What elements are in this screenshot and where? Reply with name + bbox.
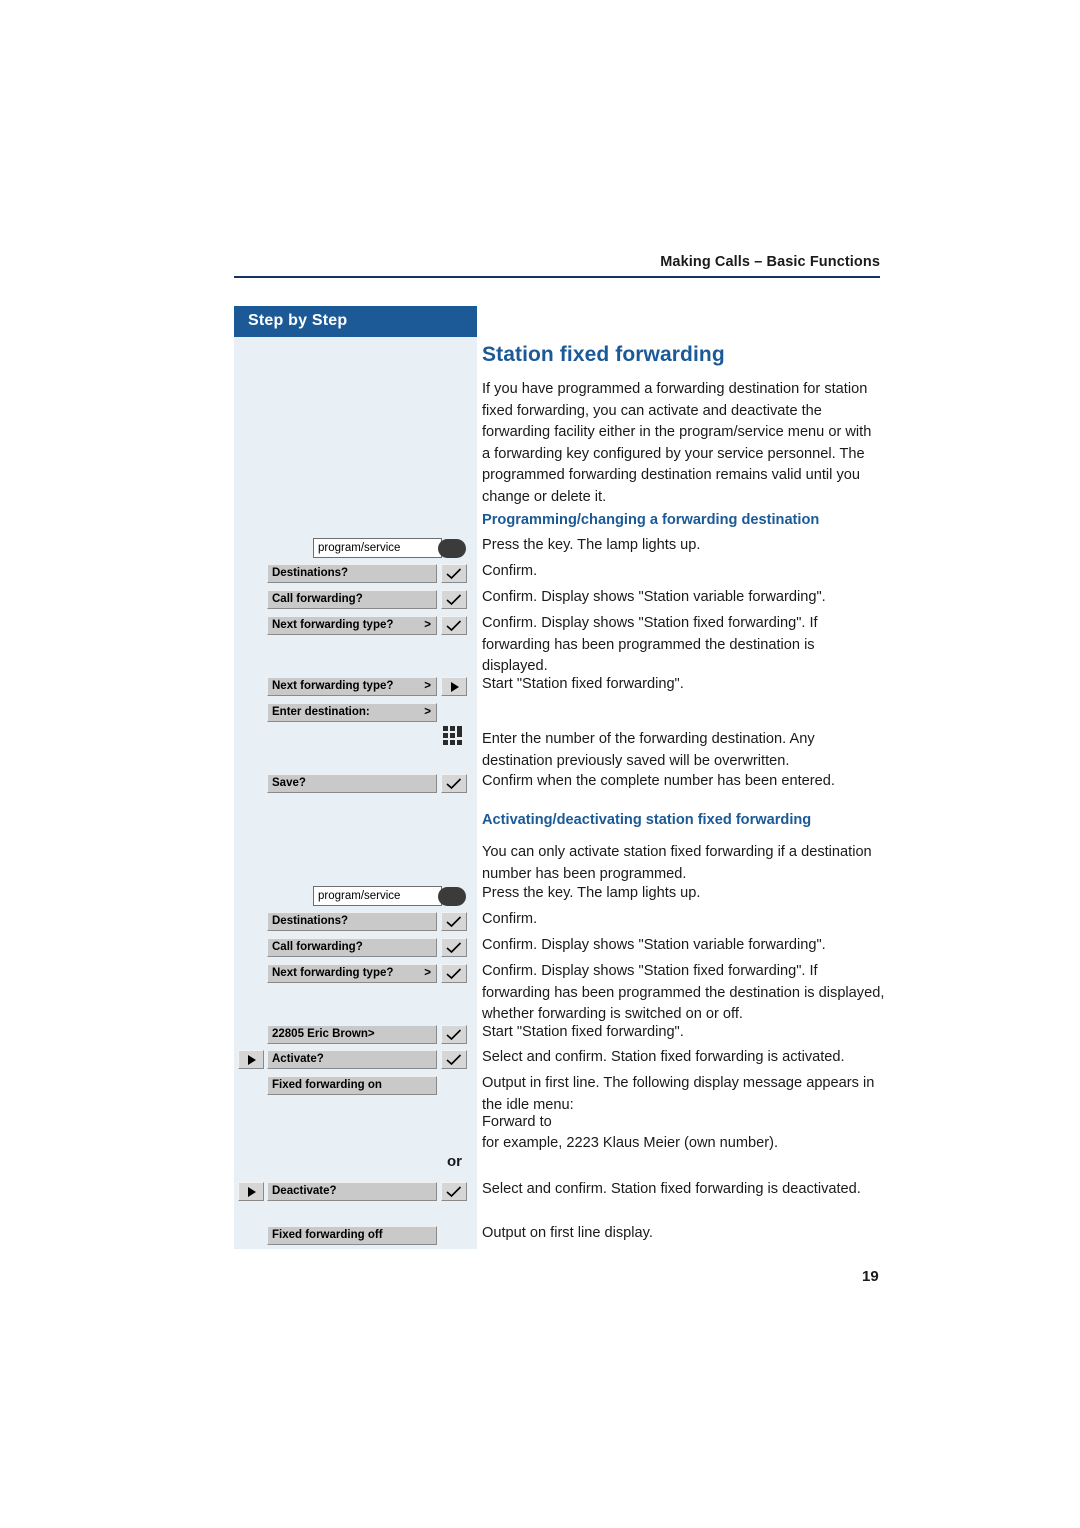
program-service-label: program/service <box>318 542 401 554</box>
confirm-key-3[interactable] <box>441 616 467 635</box>
confirm-key-7[interactable] <box>441 964 467 983</box>
step-text-2-4: Confirm. Display shows "Station fixed fo… <box>482 963 885 1022</box>
header-rule <box>234 276 880 278</box>
softkey-arrow-label-2: > <box>424 680 431 692</box>
step-text-1-7: Confirm when the complete number has bee… <box>482 773 835 789</box>
confirm-key-10[interactable] <box>441 1182 467 1201</box>
softkey-save[interactable]: Save? <box>267 774 437 793</box>
select-arrow-key-1[interactable] <box>238 1050 264 1069</box>
confirm-key-2[interactable] <box>441 590 467 609</box>
checkmark-icon <box>446 594 462 606</box>
softkey-deactivate-label: Deactivate? <box>272 1185 337 1197</box>
step-text-2-11: Output on first line display. <box>482 1225 653 1241</box>
softkey-contact-label: 22805 Eric Brown> <box>272 1028 375 1040</box>
right-arrow-icon <box>248 1187 256 1197</box>
softkey-activate[interactable]: Activate? <box>267 1050 437 1069</box>
page-number: 19 <box>862 1268 879 1285</box>
step-text-1-4: Confirm. Display shows "Station fixed fo… <box>482 615 818 674</box>
checkmark-icon <box>446 620 462 632</box>
softkey-enter-destination[interactable]: Enter destination: > <box>267 703 437 722</box>
softkey-call-forwarding-1[interactable]: Call forwarding? <box>267 590 437 609</box>
softkey-arrow-label-3: > <box>424 967 431 979</box>
checkmark-icon <box>446 916 462 928</box>
program-service-label-2: program/service <box>318 890 401 902</box>
checkmark-icon <box>446 778 462 790</box>
step-by-step-label: Step by Step <box>248 312 348 329</box>
right-arrow-icon <box>451 682 459 692</box>
softkey-destinations-1[interactable]: Destinations? <box>267 564 437 583</box>
softkey-contact[interactable]: 22805 Eric Brown> <box>267 1025 437 1044</box>
display-fixed-forwarding-on-label: Fixed forwarding on <box>272 1079 382 1091</box>
softkey-next-forwarding-type-label-2: Next forwarding type? <box>272 680 394 692</box>
program-service-key-2[interactable]: program/service <box>313 886 442 906</box>
section-heading-activating: Activating/deactivating station fixed fo… <box>482 812 812 828</box>
step-text-2-5: Start "Station fixed forwarding". <box>482 1024 684 1040</box>
display-fixed-forwarding-off: Fixed forwarding off <box>267 1226 437 1245</box>
step-text-2-8: Forward to <box>482 1114 552 1130</box>
select-arrow-key-2[interactable] <box>238 1182 264 1201</box>
program-service-key-1[interactable]: program/service <box>313 538 442 558</box>
step-text-2-7: Output in first line. The following disp… <box>482 1075 875 1113</box>
step-text-1-1: Press the key. The lamp lights up. <box>482 537 701 553</box>
or-label: or <box>447 1153 462 1170</box>
step-by-step-panel <box>234 337 477 1249</box>
step-text-2-6: Select and confirm. Station fixed forwar… <box>482 1049 845 1065</box>
document-page: Making Calls – Basic Functions Step by S… <box>0 0 1080 1528</box>
softkey-next-forwarding-type-3[interactable]: Next forwarding type? > <box>267 964 437 983</box>
step-text-1-6: Enter the number of the forwarding desti… <box>482 731 815 769</box>
confirm-key-8[interactable] <box>441 1025 467 1044</box>
confirm-key-5[interactable] <box>441 912 467 931</box>
keypad-icon <box>443 726 465 750</box>
confirm-key-1[interactable] <box>441 564 467 583</box>
step-text-1-5: Start "Station fixed forwarding". <box>482 676 684 692</box>
softkey-call-forwarding-label-2: Call forwarding? <box>272 941 363 953</box>
softkey-next-forwarding-type-2[interactable]: Next forwarding type? > <box>267 677 437 696</box>
softkey-call-forwarding-2[interactable]: Call forwarding? <box>267 938 437 957</box>
confirm-key-9[interactable] <box>441 1050 467 1069</box>
softkey-destinations-label-2: Destinations? <box>272 915 349 927</box>
softkey-enter-destination-arrow: > <box>424 706 431 718</box>
step-text-2-3: Confirm. Display shows "Station variable… <box>482 937 826 953</box>
checkmark-icon <box>446 568 462 580</box>
softkey-next-forwarding-type-label: Next forwarding type? <box>272 619 394 631</box>
step-text-2-1: Press the key. The lamp lights up. <box>482 885 701 901</box>
softkey-next-forwarding-type-1[interactable]: Next forwarding type? > <box>267 616 437 635</box>
right-arrow-icon <box>248 1055 256 1065</box>
softkey-call-forwarding-label: Call forwarding? <box>272 593 363 605</box>
softkey-save-label: Save? <box>272 777 306 789</box>
softkey-destinations-2[interactable]: Destinations? <box>267 912 437 931</box>
softkey-enter-destination-label: Enter destination: <box>272 706 370 718</box>
confirm-key-6[interactable] <box>441 938 467 957</box>
softkey-activate-label: Activate? <box>272 1053 324 1065</box>
checkmark-icon <box>446 1186 462 1198</box>
lamp-icon-1 <box>438 539 466 558</box>
right-arrow-key-1[interactable] <box>441 677 467 696</box>
intro-paragraph: If you have programmed a forwarding dest… <box>482 381 872 505</box>
confirm-key-4[interactable] <box>441 774 467 793</box>
checkmark-icon <box>446 1029 462 1041</box>
step-by-step-bar: Step by Step <box>234 306 477 337</box>
checkmark-icon <box>446 1054 462 1066</box>
step-text-2-2: Confirm. <box>482 911 538 927</box>
softkey-deactivate[interactable]: Deactivate? <box>267 1182 437 1201</box>
step-text-1-2: Confirm. <box>482 563 538 579</box>
running-head: Making Calls – Basic Functions <box>660 254 880 270</box>
softkey-destinations-label: Destinations? <box>272 567 349 579</box>
checkmark-icon <box>446 942 462 954</box>
step-text-1-3: Confirm. Display shows "Station variable… <box>482 589 826 605</box>
step-text-2-10: Select and confirm. Station fixed forwar… <box>482 1181 861 1197</box>
lamp-icon-2 <box>438 887 466 906</box>
step-text-2-9: for example, 2223 Klaus Meier (own numbe… <box>482 1135 779 1151</box>
section-heading-programming: Programming/changing a forwarding destin… <box>482 512 820 528</box>
section2-intro: You can only activate station fixed forw… <box>482 844 872 882</box>
page-title: Station fixed forwarding <box>482 343 725 366</box>
softkey-next-forwarding-type-label-3: Next forwarding type? <box>272 967 394 979</box>
softkey-arrow-label: > <box>424 619 431 631</box>
checkmark-icon <box>446 968 462 980</box>
display-fixed-forwarding-off-label: Fixed forwarding off <box>272 1229 383 1241</box>
display-fixed-forwarding-on: Fixed forwarding on <box>267 1076 437 1095</box>
